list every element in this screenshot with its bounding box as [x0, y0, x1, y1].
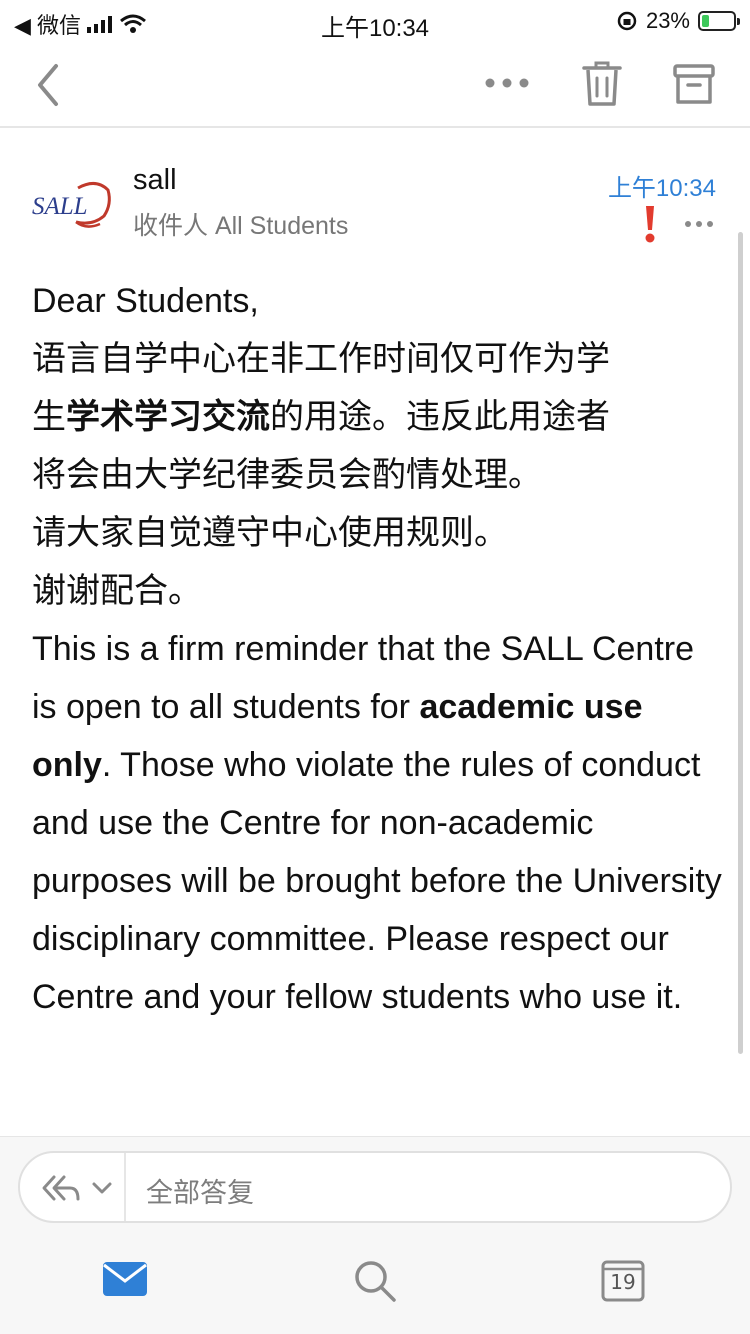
- en-post: . Those who violate the rules of conduct…: [32, 746, 722, 1016]
- message-body: Dear Students, 语言自学中心在非工作时间仅可作为学 生学术学习交流…: [32, 272, 722, 1026]
- cn-line-1: 语言自学中心在非工作时间仅可作为学: [32, 340, 610, 378]
- message-time: 上午10:34: [607, 175, 716, 202]
- archive-icon[interactable]: [672, 60, 716, 108]
- orientation-lock-icon: [617, 11, 637, 31]
- reply-divider: [124, 1153, 126, 1221]
- cn-line-2: 生学术学习交流的用途。违反此用途者: [32, 388, 722, 446]
- message-more-icon[interactable]: [684, 218, 714, 230]
- reply-all-icon: [42, 1175, 80, 1201]
- chevron-down-icon: [92, 1182, 112, 1194]
- reply-options[interactable]: [38, 1169, 122, 1207]
- sender-name: sall: [133, 164, 177, 196]
- calendar-day: 19: [610, 1270, 636, 1294]
- greeting: Dear Students,: [32, 282, 259, 320]
- message-header: SALL sall 收件人 All Students 上午10:34: [0, 160, 750, 250]
- mail-icon[interactable]: [102, 1260, 148, 1298]
- battery-level-fill: [702, 15, 709, 27]
- cn-line-2-pre: 生: [32, 398, 66, 436]
- en-paragraph: This is a firm reminder that the SALL Ce…: [32, 620, 722, 1026]
- message-toolbar: [0, 44, 750, 128]
- high-importance-icon: [645, 206, 655, 243]
- reply-placeholder: 全部答复: [146, 1178, 254, 1208]
- trash-icon[interactable]: [580, 58, 624, 108]
- reply-all-field[interactable]: 全部答复: [18, 1151, 732, 1223]
- status-right: 23%: [616, 8, 740, 34]
- cn-line-2-post: 的用途。违反此用途者: [270, 398, 610, 436]
- sender-avatar: SALL: [32, 182, 111, 228]
- bottom-tab-bar: 19: [0, 1248, 750, 1334]
- cn-emphasis: 学术学习交流: [66, 398, 270, 436]
- battery-percent: 23%: [645, 8, 690, 33]
- scrollbar[interactable]: [738, 232, 743, 1054]
- svg-text:SALL: SALL: [32, 193, 88, 220]
- cn-line-4: 请大家自觉遵守中心使用规则。: [32, 514, 508, 552]
- status-bar: ◀ 微信 上午10:34 23%: [0, 0, 750, 44]
- recipients-line[interactable]: 收件人 All Students: [133, 206, 348, 242]
- search-icon[interactable]: [352, 1258, 398, 1304]
- ellipsis-icon[interactable]: [482, 68, 532, 98]
- chevron-left-icon[interactable]: [30, 60, 70, 110]
- cn-line-5: 谢谢配合。: [32, 572, 202, 610]
- cn-line-3: 将会由大学纪律委员会酌情处理。: [32, 456, 542, 494]
- battery-icon: [698, 11, 740, 31]
